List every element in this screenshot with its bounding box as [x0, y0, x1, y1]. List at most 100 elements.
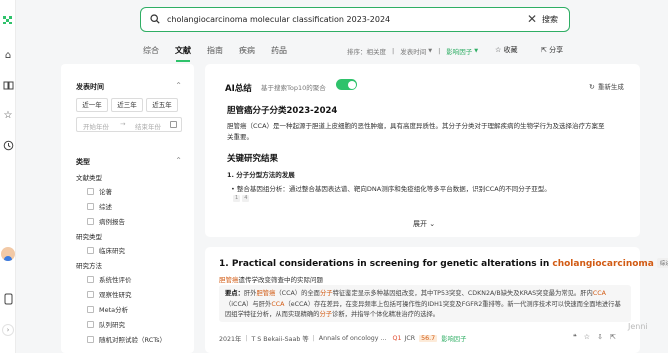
reference-tags: 1 4: [233, 195, 250, 202]
pub-year: 2021年: [219, 336, 242, 343]
clear-icon[interactable]: ✕: [527, 12, 537, 26]
favorite-button[interactable]: ☆ 收藏: [495, 45, 518, 55]
summary-intro: 胆管癌（CCA）是一种起源于胆道上皮细胞的恶性肿瘤，具有高度异质性。其分子分类对…: [227, 122, 605, 141]
checkbox[interactable]: [87, 202, 94, 210]
title-highlight: cholangiocarcinoma: [552, 259, 654, 269]
filter-label: 系统性评价: [99, 276, 132, 284]
tab-all[interactable]: 综合: [143, 45, 159, 56]
reference-tag[interactable]: 1: [233, 195, 241, 202]
time-filter-title: 发表时间: [76, 83, 104, 91]
reference-tag[interactable]: 4: [242, 195, 250, 202]
ai-summary-card: AI总结 基于搜索Top10的聚合 ↻ 重新生成 胆管癌分子分类2023-2024…: [205, 64, 640, 237]
star-icon[interactable]: ☆: [2, 110, 14, 122]
expand-button[interactable]: 展开 ⌄: [413, 219, 435, 229]
findings-title: 关键研究结果: [227, 154, 279, 164]
checkbox[interactable]: [87, 335, 94, 343]
result-tabs: 综合 文献 指南 疾病 药品: [143, 45, 303, 62]
filter-checkbox-item[interactable]: 综述: [87, 201, 112, 211]
sort-label: 排序：: [347, 48, 367, 56]
arrow-icon: →: [120, 120, 126, 128]
watermark: Jenni: [628, 322, 648, 331]
filter-checkbox-item[interactable]: 论著: [87, 186, 112, 196]
range-3y[interactable]: 近三年: [111, 98, 143, 112]
subtitle-highlight: 胆管癌: [219, 276, 239, 284]
share-button[interactable]: ⇱ 分享: [541, 45, 563, 55]
chevron-down-icon: ⌄: [429, 220, 436, 228]
search-bar: cholangiocarcinoma molecular classificat…: [140, 7, 570, 32]
calendar-icon[interactable]: [170, 121, 177, 128]
history-icon[interactable]: [2, 140, 14, 152]
abstract-text: （CCA）的全面: [275, 290, 320, 297]
home-icon[interactable]: ⌂: [2, 50, 14, 62]
finding-point-title: 1. 分子分型方法的发展: [227, 171, 295, 179]
star-icon[interactable]: ☆: [584, 333, 590, 341]
app-logo[interactable]: [3, 16, 13, 24]
ai-summary-toggle[interactable]: [336, 79, 357, 90]
tab-drugs[interactable]: 药品: [271, 45, 287, 56]
tab-guidelines[interactable]: 指南: [207, 45, 223, 56]
range-1y[interactable]: 近一年: [76, 98, 108, 112]
chevron-up-icon[interactable]: ⌃: [175, 81, 182, 90]
abstract-text: 诊断，并指导个体化精准治疗的选择。: [332, 311, 440, 318]
range-5y[interactable]: 近五年: [146, 98, 178, 112]
download-icon[interactable]: ⇩: [597, 333, 603, 341]
checkbox[interactable]: [87, 290, 94, 298]
result-translated-title: 胆管癌遗传学改变筛查中的实际问题: [219, 274, 323, 284]
mobile-icon[interactable]: [2, 293, 14, 305]
end-year-field[interactable]: 结束年份: [135, 121, 161, 131]
abstract-highlight: 胆管癌: [256, 290, 276, 297]
filter-checkbox-item[interactable]: 病例报告: [87, 216, 125, 226]
sort-caret-icon: ▼: [428, 48, 433, 54]
filter-checkbox-item[interactable]: 观察性研究: [87, 289, 132, 299]
date-range-picker[interactable]: 开始年份 → 结束年份: [76, 117, 182, 132]
filter-label: 综述: [99, 203, 112, 211]
abstract-highlight: CCA: [592, 290, 606, 297]
checkbox[interactable]: [87, 320, 94, 328]
journal[interactable]: Annals of oncology ...: [319, 335, 387, 342]
tab-literature[interactable]: 文献: [175, 45, 191, 62]
filter-label: 观察性研究: [99, 291, 132, 299]
sort-relevance[interactable]: 相关度: [367, 46, 387, 56]
checkbox[interactable]: [87, 187, 94, 195]
star-icon: ☆: [495, 46, 502, 54]
filter-checkbox-item[interactable]: 队列研究: [87, 319, 125, 329]
method-title: 研究方法: [76, 262, 102, 270]
abstract-text: 特征鉴定显示多种基因组改变，其中TP53突变、CDKN2A/B缺失及KRAS突变…: [332, 290, 593, 297]
checkbox[interactable]: [87, 217, 94, 225]
type-filter-title: 类型: [76, 158, 90, 166]
share-icon: ⇱: [541, 46, 547, 54]
search-icon: [150, 14, 160, 24]
avatar[interactable]: [1, 247, 15, 261]
regenerate-button[interactable]: ↻ 重新生成: [589, 81, 624, 91]
collapse-chevron-icon[interactable]: ›: [2, 324, 14, 336]
start-year-field[interactable]: 开始年份: [83, 121, 109, 131]
tab-diseases[interactable]: 疾病: [239, 45, 255, 56]
sort-date[interactable]: 发表时间: [400, 46, 426, 56]
sort-impact[interactable]: 影响因子: [446, 46, 472, 56]
checkbox[interactable]: [87, 275, 94, 283]
abstract-highlight: 分子: [319, 311, 333, 318]
filter-label: Meta分析: [99, 306, 129, 314]
chevron-up-icon[interactable]: ⌃: [175, 156, 182, 165]
time-range-buttons: 近一年 近三年 近五年: [76, 98, 178, 112]
finding-text: 整合基因组分析：通过整合基因表达谱、靶向DNA测序和免疫组化等多平台数据，识别C…: [236, 185, 551, 193]
result-title[interactable]: 1. Practical considerations in screening…: [219, 258, 668, 269]
filter-checkbox-item[interactable]: 随机对照试验（RCTs）: [87, 334, 166, 344]
filter-checkbox-item[interactable]: 系统性评价: [87, 274, 132, 284]
book-icon[interactable]: [2, 80, 14, 92]
search-button[interactable]: 搜索: [542, 14, 558, 25]
checkbox[interactable]: [87, 305, 94, 313]
sort-caret-icon: ▼: [474, 48, 479, 54]
sort-bar: 排序： 相关度 | 发表时间 ▼ | 影响因子 ▼: [347, 46, 479, 56]
share-icon[interactable]: ⇱: [610, 333, 616, 341]
filter-checkbox-item[interactable]: Meta分析: [87, 304, 128, 314]
result-card: 1. Practical considerations in screening…: [205, 247, 668, 353]
authors[interactable]: T S Bekaii-Saab 等: [251, 334, 308, 343]
left-rail: ⌂ ☆ ›: [0, 0, 16, 353]
quote-icon[interactable]: ❝: [573, 333, 577, 341]
abstract-highlight: 分子: [319, 290, 333, 297]
abstract-highlight: CCA: [271, 300, 285, 308]
filter-checkbox-item[interactable]: 临床研究: [87, 245, 125, 255]
checkbox[interactable]: [87, 246, 94, 254]
search-input[interactable]: cholangiocarcinoma molecular classificat…: [167, 15, 390, 24]
